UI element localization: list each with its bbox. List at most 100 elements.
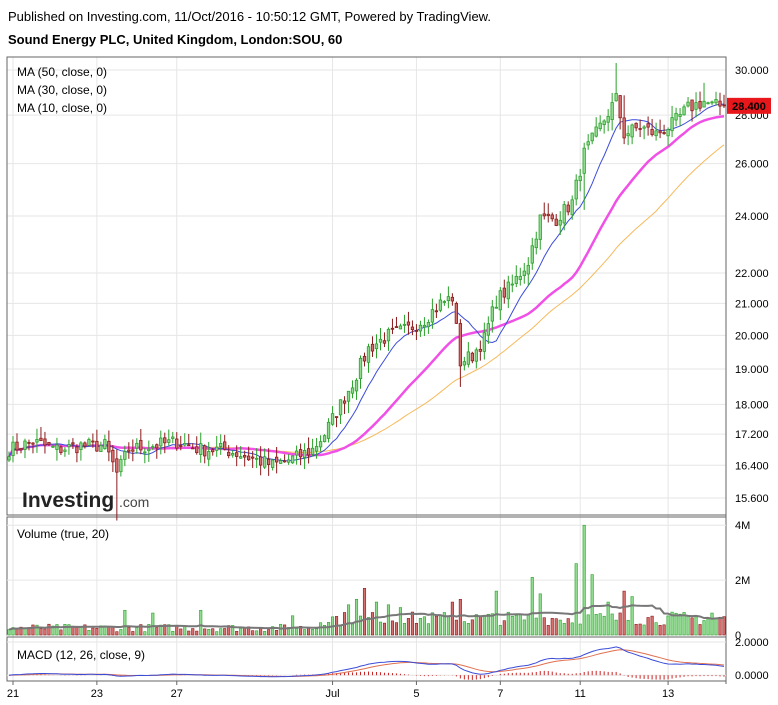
volume-bar bbox=[362, 588, 367, 636]
candle-body bbox=[530, 245, 534, 264]
candle-body bbox=[662, 132, 666, 135]
price-tick-label: 18.000 bbox=[735, 399, 769, 411]
candle-body bbox=[187, 444, 191, 447]
candle-body bbox=[546, 213, 550, 217]
candle-body bbox=[582, 147, 586, 174]
candle-body bbox=[606, 116, 610, 123]
candle-body bbox=[446, 296, 451, 302]
volume-bar bbox=[430, 612, 434, 636]
candle-body bbox=[266, 458, 271, 465]
x-tick-label: 11 bbox=[574, 688, 585, 700]
volume-bar bbox=[303, 629, 307, 636]
volume-bar bbox=[203, 628, 207, 636]
candle-body bbox=[294, 450, 299, 456]
volume-bar bbox=[674, 612, 678, 636]
candle-body bbox=[159, 437, 163, 447]
candle-body bbox=[183, 443, 187, 446]
volume-bar bbox=[462, 621, 466, 636]
volume-bar bbox=[654, 622, 658, 636]
candle-body bbox=[342, 400, 347, 404]
candle-body bbox=[374, 343, 379, 350]
x-tick-label: 13 bbox=[662, 688, 674, 700]
volume-bar bbox=[31, 624, 35, 636]
volume-bar bbox=[490, 613, 494, 636]
candle-body bbox=[278, 460, 283, 464]
volume-bar bbox=[458, 599, 462, 636]
candle-body bbox=[75, 446, 79, 454]
volume-bar bbox=[642, 624, 646, 636]
candle-body bbox=[666, 129, 670, 137]
candle-body bbox=[215, 446, 219, 451]
candle-body bbox=[362, 355, 367, 362]
candle-body bbox=[286, 459, 291, 463]
candle-body bbox=[107, 440, 111, 453]
volume-bar bbox=[718, 616, 722, 636]
macd-indicator-label: MACD (12, 26, close, 9) bbox=[17, 648, 145, 662]
candle-body bbox=[135, 442, 139, 449]
volume-bar bbox=[195, 630, 199, 636]
volume-bar bbox=[426, 623, 430, 636]
volume-bar bbox=[135, 627, 139, 636]
volume-bar bbox=[115, 631, 119, 636]
candle-body bbox=[622, 117, 626, 139]
ma-50-line bbox=[8, 144, 725, 457]
volume-bar bbox=[506, 611, 510, 636]
candle-body bbox=[654, 130, 658, 137]
volume-bar bbox=[722, 616, 726, 636]
candle-body bbox=[290, 455, 295, 464]
candle-body bbox=[155, 444, 159, 449]
candle-body bbox=[394, 326, 399, 329]
volume-bar bbox=[79, 626, 83, 636]
candle-body bbox=[598, 122, 602, 130]
volume-bar bbox=[510, 615, 514, 636]
chart-canvas[interactable]: 30.00028.00026.00024.00022.00021.00020.0… bbox=[0, 0, 778, 705]
candle-body bbox=[51, 445, 55, 448]
volume-bar bbox=[478, 616, 482, 636]
volume-bar bbox=[690, 617, 694, 636]
candle-body bbox=[95, 440, 99, 452]
volume-bar bbox=[522, 619, 526, 636]
candle-body bbox=[31, 442, 35, 445]
candle-body bbox=[55, 444, 59, 450]
candle-body bbox=[175, 438, 179, 449]
volume-bar bbox=[315, 628, 319, 636]
volume-bar bbox=[650, 615, 654, 636]
candle-body bbox=[302, 450, 307, 458]
x-tick-label: 27 bbox=[171, 688, 183, 700]
volume-bar bbox=[127, 627, 131, 636]
volume-bar bbox=[434, 615, 438, 636]
candle-body bbox=[434, 310, 439, 313]
volume-bar bbox=[111, 626, 115, 636]
candle-body bbox=[139, 439, 143, 451]
price-indicator-label: MA (10, close, 0) bbox=[17, 101, 107, 115]
candle-body bbox=[454, 303, 459, 324]
volume-bar bbox=[259, 628, 263, 636]
candle-body bbox=[634, 122, 638, 129]
candle-body bbox=[119, 458, 123, 473]
volume-bar bbox=[394, 622, 398, 636]
volume-tick-label: 4M bbox=[735, 520, 750, 532]
candle-body bbox=[694, 102, 698, 110]
volume-bar bbox=[235, 631, 239, 636]
candle-body bbox=[318, 441, 323, 448]
x-tick-label: 7 bbox=[497, 688, 503, 700]
volume-bar bbox=[646, 617, 650, 636]
candle-body bbox=[83, 442, 87, 447]
candle-body bbox=[390, 327, 395, 330]
volume-bar bbox=[91, 627, 95, 636]
candle-body bbox=[243, 455, 247, 458]
volume-bar bbox=[694, 616, 698, 636]
candle-body bbox=[191, 447, 195, 450]
volume-bar bbox=[678, 613, 682, 636]
volume-bar bbox=[47, 623, 51, 636]
candle-body bbox=[314, 446, 319, 452]
candle-body bbox=[43, 438, 47, 446]
candle-body bbox=[67, 444, 71, 448]
volume-bar bbox=[402, 622, 406, 636]
volume-bar bbox=[410, 611, 414, 636]
candle-body bbox=[402, 323, 407, 326]
volume-bar bbox=[215, 631, 219, 636]
volume-bar bbox=[354, 599, 359, 636]
volume-bar bbox=[151, 612, 155, 636]
volume-bar bbox=[450, 601, 454, 636]
